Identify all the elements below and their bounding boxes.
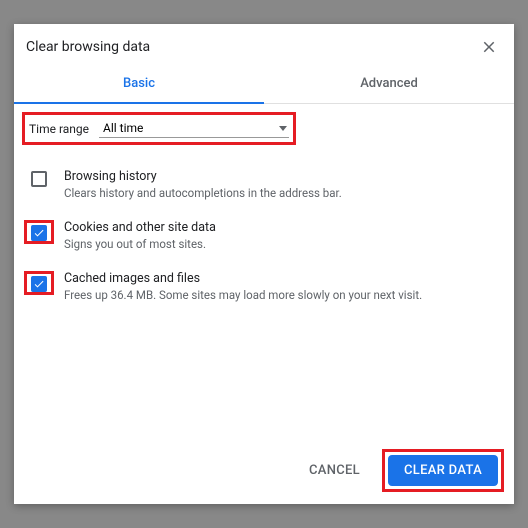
option-text: Cached images and files Frees up 36.4 MB…	[54, 271, 504, 302]
option-title: Cookies and other site data	[64, 220, 504, 235]
dialog-actions: CANCEL CLEAR DATA	[14, 439, 514, 504]
close-icon[interactable]	[480, 38, 498, 56]
time-range-value: All time	[103, 121, 143, 135]
time-range-label: Time range	[29, 122, 89, 136]
checkbox-browsing-history[interactable]	[31, 171, 47, 187]
clear-button-highlight: CLEAR DATA	[382, 449, 504, 492]
option-text: Browsing history Clears history and auto…	[54, 169, 504, 200]
checkbox-wrap	[24, 169, 54, 187]
checkbox-wrap	[24, 220, 54, 244]
chevron-down-icon	[279, 126, 287, 131]
checkbox-wrap	[24, 271, 54, 295]
dialog-title: Clear browsing data	[26, 39, 150, 55]
checkbox-cached[interactable]	[31, 276, 47, 292]
option-browsing-history: Browsing history Clears history and auto…	[22, 159, 506, 210]
clear-browsing-data-dialog: Clear browsing data Basic Advanced Time …	[14, 24, 514, 504]
time-range-select[interactable]: All time	[99, 119, 289, 138]
option-title: Cached images and files	[64, 271, 504, 286]
option-desc: Signs you out of most sites.	[64, 237, 504, 251]
cancel-button[interactable]: CANCEL	[299, 455, 370, 486]
option-text: Cookies and other site data Signs you ou…	[54, 220, 504, 251]
option-title: Browsing history	[64, 169, 504, 184]
checkbox-cookies[interactable]	[31, 225, 47, 241]
clear-data-button[interactable]: CLEAR DATA	[388, 455, 498, 486]
dialog-content: Time range All time Browsing history Cle…	[14, 104, 514, 439]
option-desc: Clears history and autocompletions in th…	[64, 186, 504, 200]
option-desc: Frees up 36.4 MB. Some sites may load mo…	[64, 288, 504, 302]
tabs: Basic Advanced	[14, 64, 514, 104]
option-cookies: Cookies and other site data Signs you ou…	[22, 210, 506, 261]
dialog-header: Clear browsing data	[14, 24, 514, 64]
tab-advanced[interactable]: Advanced	[264, 64, 514, 103]
time-range-row: Time range All time	[22, 112, 296, 145]
option-cached: Cached images and files Frees up 36.4 MB…	[22, 261, 506, 312]
tab-basic[interactable]: Basic	[14, 64, 264, 103]
